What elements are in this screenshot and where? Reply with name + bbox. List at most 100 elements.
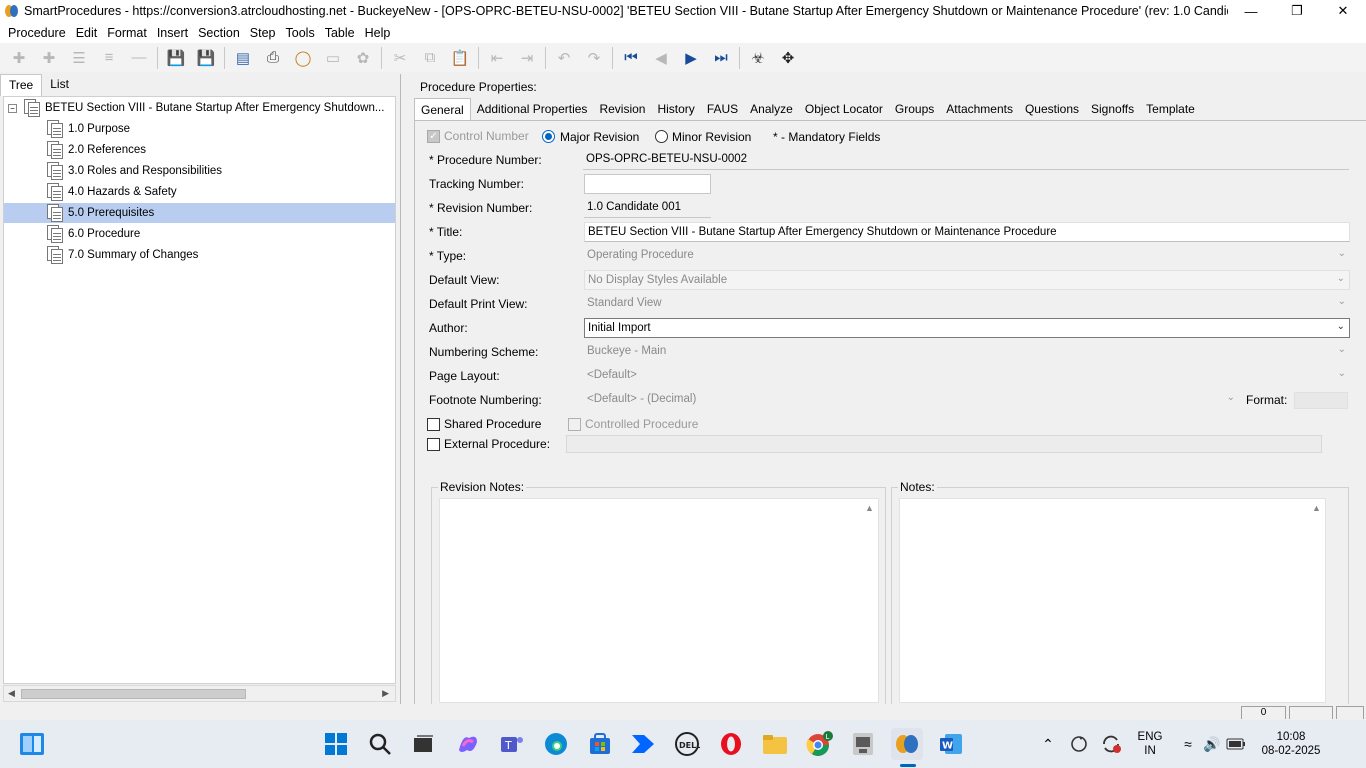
print-icon[interactable]: ⎙	[258, 45, 288, 71]
author-select[interactable]: Initial Import ⌄	[584, 318, 1350, 338]
clock[interactable]: 10:08 08-02-2025	[1256, 730, 1326, 758]
tab-general[interactable]: General	[414, 98, 471, 120]
tab-faus[interactable]: FAUS	[701, 98, 744, 120]
chrome-icon[interactable]: L	[803, 728, 835, 760]
paste-icon[interactable]: 📋	[445, 45, 475, 71]
numbering-scheme-select[interactable]: Buckeye - Main ⌄	[584, 342, 1350, 362]
chevron-up-icon[interactable]: ⌃	[1032, 728, 1064, 760]
outdent-icon[interactable]: ⇤	[482, 45, 512, 71]
default-print-view-select[interactable]: Standard View ⌄	[584, 294, 1350, 314]
tab-list[interactable]: List	[42, 74, 77, 96]
close-button[interactable]: ✕	[1320, 0, 1366, 22]
tree-item[interactable]: 4.0 Hazards & Safety	[46, 182, 177, 202]
revision-notes-textarea[interactable]: ▲	[439, 498, 879, 703]
smartprocedures-taskbar-icon[interactable]	[891, 728, 923, 760]
collapse-icon[interactable]: −	[8, 103, 17, 113]
tree-item[interactable]: 2.0 References	[46, 140, 146, 160]
indent-icon[interactable]: ⇥	[512, 45, 542, 71]
menu-step[interactable]: Step	[245, 26, 281, 40]
tree-horizontal-scrollbar[interactable]: ◀ ▶	[3, 685, 396, 702]
widgets-icon[interactable]	[16, 728, 48, 760]
task-view-icon[interactable]	[407, 728, 439, 760]
tools-icon[interactable]: ✿	[348, 45, 378, 71]
add-child-icon[interactable]: ✚	[34, 45, 64, 71]
tracking-number-input[interactable]	[584, 174, 711, 194]
save-all-icon[interactable]: 💾	[161, 45, 191, 71]
align-icon[interactable]: ≡	[94, 45, 124, 71]
teams-icon[interactable]: T	[496, 728, 528, 760]
page-layout-select[interactable]: <Default> ⌄	[584, 366, 1350, 386]
file-explorer-icon[interactable]	[759, 728, 791, 760]
add-icon[interactable]: ✚	[4, 45, 34, 71]
edge-icon[interactable]	[540, 728, 572, 760]
update-icon[interactable]	[1095, 728, 1127, 760]
copy-icon[interactable]: ⧉	[415, 45, 445, 71]
cut-icon[interactable]: ✂	[385, 45, 415, 71]
remote-app-icon[interactable]	[847, 728, 879, 760]
tab-tree[interactable]: Tree	[0, 74, 43, 96]
tab-template[interactable]: Template	[1140, 98, 1201, 120]
move-icon[interactable]: ✥	[773, 45, 803, 71]
restore-button[interactable]: ❐	[1274, 0, 1320, 22]
menu-format[interactable]: Format	[102, 26, 152, 40]
menu-edit[interactable]: Edit	[71, 26, 103, 40]
tree-item[interactable]: 7.0 Summary of Changes	[46, 245, 198, 265]
first-icon[interactable]: ⏮	[616, 45, 646, 71]
scroll-up-icon[interactable]: ▲	[865, 503, 874, 513]
input-language[interactable]: ENG IN	[1132, 730, 1168, 758]
scroll-thumb[interactable]	[21, 689, 246, 699]
tab-revision[interactable]: Revision	[593, 98, 651, 120]
minor-revision-radio[interactable]	[655, 130, 668, 143]
tree-item[interactable]: 6.0 Procedure	[46, 224, 140, 244]
store-icon[interactable]	[584, 728, 616, 760]
external-procedure-checkbox[interactable]	[427, 438, 440, 451]
external-procedure-input[interactable]	[566, 435, 1322, 453]
sync-icon[interactable]	[1063, 728, 1095, 760]
title-input[interactable]: BETEU Section VIII - Butane Startup Afte…	[584, 222, 1350, 242]
default-view-select[interactable]: No Display Styles Available ⌄	[584, 270, 1350, 290]
save-icon[interactable]: 💾	[191, 45, 221, 71]
web-icon[interactable]: ◯	[288, 45, 318, 71]
window-icon[interactable]: ▭	[318, 45, 348, 71]
tab-additional-properties[interactable]: Additional Properties	[471, 98, 594, 120]
shared-procedure-checkbox[interactable]	[427, 418, 440, 431]
tab-questions[interactable]: Questions	[1019, 98, 1085, 120]
notes-textarea[interactable]: ▲	[899, 498, 1326, 703]
notes-scrollbar[interactable]: ▲	[1308, 499, 1325, 702]
undo-icon[interactable]: ↶	[549, 45, 579, 71]
tree-item[interactable]: 3.0 Roles and Responsibilities	[46, 161, 222, 181]
revision-notes-scrollbar[interactable]: ▲	[861, 499, 878, 702]
menu-tools[interactable]: Tools	[281, 26, 320, 40]
footnote-numbering-select[interactable]: <Default> - (Decimal) ⌄	[584, 390, 1239, 410]
format-input[interactable]	[1294, 392, 1348, 409]
tree-root[interactable]: − BETEU Section VIII - Butane Startup Af…	[8, 98, 393, 118]
find-icon[interactable]: ☣	[743, 45, 773, 71]
battery-icon[interactable]	[1220, 728, 1252, 760]
power-automate-icon[interactable]	[627, 728, 659, 760]
tab-object-locator[interactable]: Object Locator	[799, 98, 889, 120]
tab-signoffs[interactable]: Signoffs	[1085, 98, 1140, 120]
tab-history[interactable]: History	[651, 98, 700, 120]
tab-attachments[interactable]: Attachments	[940, 98, 1019, 120]
menu-insert[interactable]: Insert	[152, 26, 193, 40]
tree-item-selected[interactable]: 5.0 Prerequisites	[4, 203, 395, 223]
word-icon[interactable]: W	[935, 728, 967, 760]
scroll-right-icon[interactable]: ▶	[382, 688, 389, 699]
list-icon[interactable]: ☰	[64, 45, 94, 71]
type-select[interactable]: Operating Procedure ⌄	[584, 246, 1350, 266]
menu-help[interactable]: Help	[360, 26, 396, 40]
tab-groups[interactable]: Groups	[889, 98, 940, 120]
minimize-button[interactable]: —	[1228, 0, 1274, 22]
major-revision-radio[interactable]	[542, 130, 555, 143]
publish-icon[interactable]: ▤	[228, 45, 258, 71]
dell-icon[interactable]: DELL	[671, 728, 703, 760]
menu-table[interactable]: Table	[320, 26, 360, 40]
tab-analyze[interactable]: Analyze	[744, 98, 799, 120]
start-icon[interactable]	[320, 728, 352, 760]
redo-icon[interactable]: ↷	[579, 45, 609, 71]
menu-procedure[interactable]: Procedure	[3, 26, 71, 40]
scroll-left-icon[interactable]: ◀	[8, 688, 15, 699]
control-number-checkbox[interactable]: ✓	[427, 130, 440, 143]
search-icon[interactable]	[364, 728, 396, 760]
opera-icon[interactable]	[715, 728, 747, 760]
